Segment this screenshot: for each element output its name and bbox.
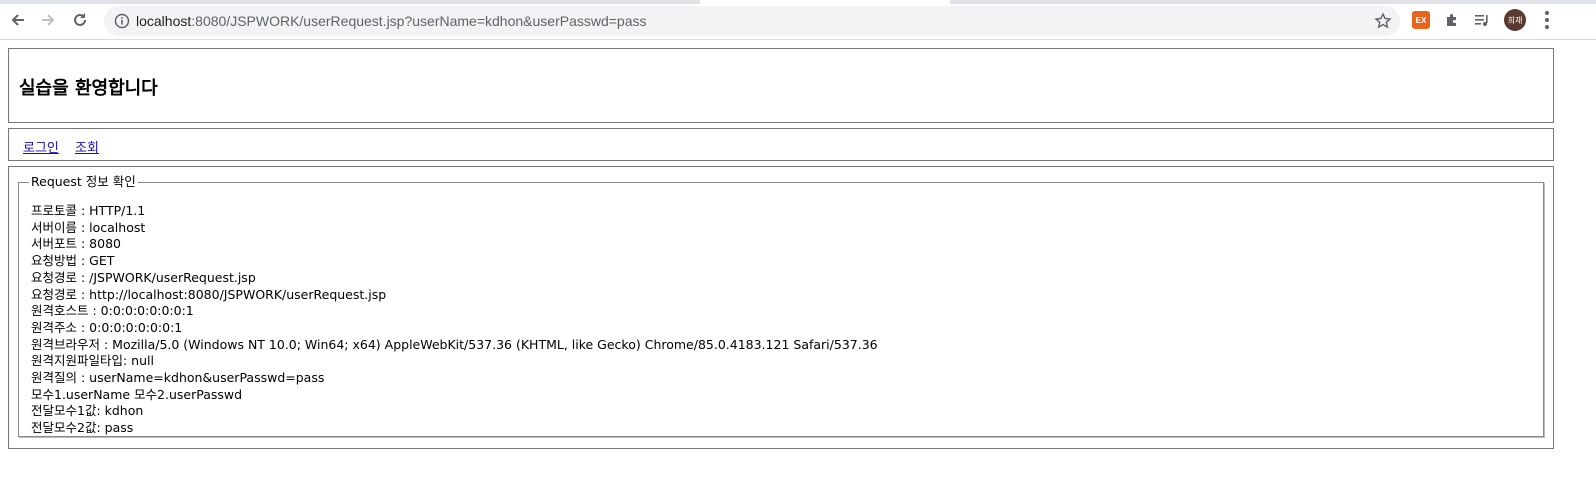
tab-strip — [0, 0, 1596, 4]
back-icon[interactable] — [6, 8, 30, 32]
menu-icon[interactable] — [1538, 10, 1556, 30]
info-line-remote-addr: 원격주소 : 0:0:0:0:0:0:0:1 — [31, 319, 183, 335]
extensions-icon[interactable] — [1443, 11, 1461, 29]
active-tab[interactable] — [700, 0, 950, 4]
url-text[interactable]: localhost:8080/JSPWORK/userRequest.jsp?u… — [136, 13, 647, 29]
nav-section: 로그인 조회 — [8, 128, 1554, 161]
info-line-accept: 원격지원파일타입: null — [31, 353, 154, 369]
star-icon[interactable] — [1374, 12, 1392, 30]
request-info-legend: Request 정보 확인 — [31, 174, 136, 189]
info-line-user-agent: 원격브라우저 : Mozilla/5.0 (Windows NT 10.0; W… — [31, 336, 878, 352]
info-line-param-names: 모수1.userName 모수2.userPasswd — [31, 386, 243, 402]
reload-icon[interactable] — [68, 8, 92, 32]
extension-ex-label: EX — [1415, 15, 1427, 25]
info-line-protocol: 프로토콜 : HTTP/1.1 — [31, 203, 146, 218]
extension-ex-icon[interactable]: EX — [1412, 11, 1430, 29]
info-line-query-string: 원격질의 : userName=kdhon&userPasswd=pass — [31, 370, 325, 385]
url-host: localhost — [136, 13, 192, 29]
forward-icon[interactable] — [36, 8, 60, 32]
info-line-remote-host: 원격호스트 : 0:0:0:0:0:0:0:1 — [31, 303, 194, 319]
info-line-param1-value: 전달모수1값: kdhon — [31, 403, 144, 419]
info-icon[interactable] — [114, 13, 130, 29]
browser-toolbar: localhost:8080/JSPWORK/userRequest.jsp?u… — [0, 0, 1596, 40]
info-line-server-port: 서버포트 : 8080 — [31, 236, 121, 252]
info-line-param2-value: 전달모수2값: pass — [31, 420, 134, 436]
info-line-request-uri: 요청경로 : /JSPWORK/userRequest.jsp — [31, 269, 256, 285]
media-icon[interactable] — [1473, 11, 1491, 29]
nav-link-login[interactable]: 로그인 — [23, 137, 59, 156]
header-section: 실습을 환영합니다 — [8, 48, 1554, 123]
main-section: Request 정보 확인 프로토콜 : HTTP/1.1 서버이름 : loc… — [8, 166, 1554, 449]
info-line-request-url: 요청경로 : http://localhost:8080/JSPWORK/use… — [31, 286, 387, 302]
address-bar[interactable]: localhost:8080/JSPWORK/userRequest.jsp?u… — [104, 6, 1400, 36]
profile-avatar[interactable]: 희재 — [1504, 9, 1526, 31]
info-line-server-name: 서버이름 : localhost — [31, 219, 146, 235]
avatar-text: 희재 — [1507, 15, 1523, 25]
url-path: :8080/JSPWORK/userRequest.jsp?userName=k… — [191, 13, 647, 29]
nav-link-search[interactable]: 조회 — [75, 137, 99, 156]
page-title: 실습을 환영합니다 — [19, 78, 158, 99]
info-line-method: 요청방법 : GET — [31, 253, 115, 269]
request-info-fieldset: Request 정보 확인 프로토콜 : HTTP/1.1 서버이름 : loc… — [18, 175, 1544, 437]
